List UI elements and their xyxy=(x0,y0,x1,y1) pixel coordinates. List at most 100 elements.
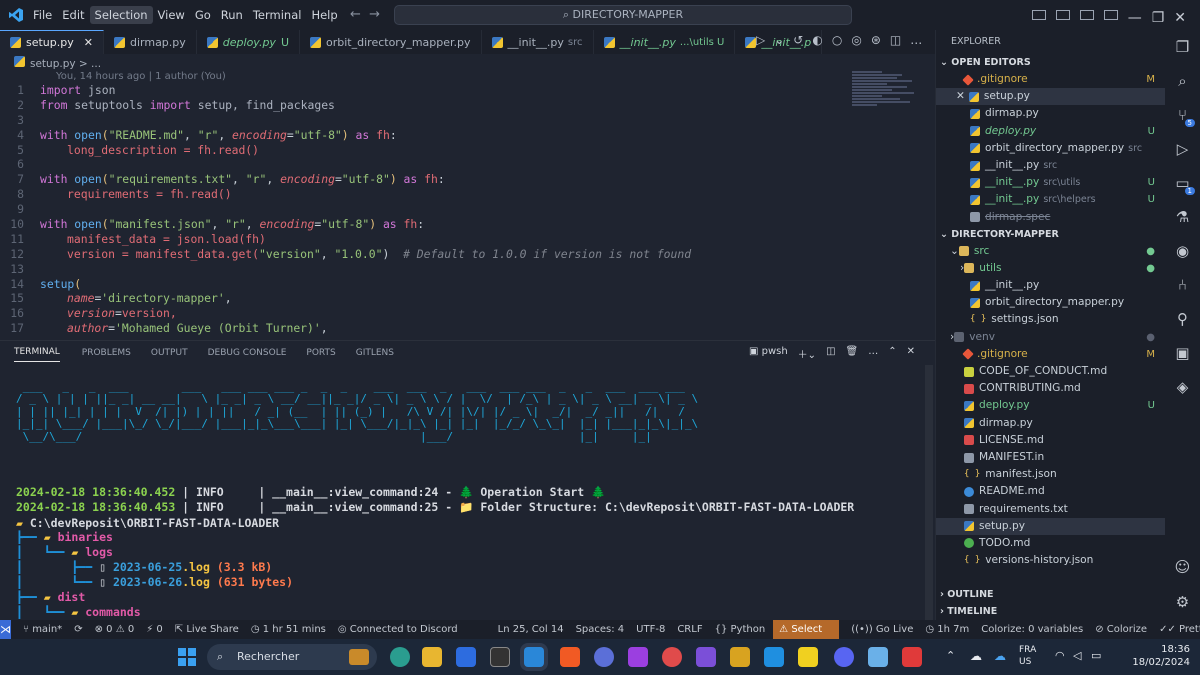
prettier-button[interactable]: ✓✓ Prettier xyxy=(1159,624,1200,635)
settings-gear-icon[interactable]: ⚙ xyxy=(1165,585,1200,619)
history-icon[interactable]: ↺ xyxy=(793,33,812,47)
tree-file-active[interactable]: setup.py xyxy=(936,517,1165,535)
tree-file[interactable]: LICENSE.md xyxy=(936,432,1165,449)
copilot-icon[interactable] xyxy=(390,647,410,667)
customize-layout-icon[interactable] xyxy=(1103,10,1118,20)
app-icon[interactable] xyxy=(902,647,922,667)
obsidian-icon[interactable] xyxy=(628,647,648,667)
tree-file[interactable]: TODO.md xyxy=(936,535,1165,552)
back-arrow-icon[interactable]: ← xyxy=(350,7,361,22)
problems-indicator[interactable]: ⊗ 0 ⚠ 0 xyxy=(95,624,135,635)
menu-edit[interactable]: Edit xyxy=(57,6,89,24)
tab-output[interactable]: OUTPUT xyxy=(151,344,188,362)
go-live-button[interactable]: ((•)) Go Live xyxy=(851,624,913,635)
git-graph-icon[interactable]: ⑃ xyxy=(1165,268,1200,302)
new-terminal-icon[interactable]: ＋⌄ xyxy=(798,346,816,361)
dot-icon[interactable]: ○ xyxy=(832,33,851,47)
app-icon[interactable] xyxy=(868,647,888,667)
select-interpreter-button[interactable]: ⚠ Select Interpreter xyxy=(773,620,840,654)
tab-gitlens[interactable]: GITLENS xyxy=(356,344,394,362)
tab-orbit-directory-mapper[interactable]: orbit_directory_mapper.py xyxy=(300,30,482,54)
more-actions-icon[interactable]: … xyxy=(868,346,878,361)
colorize-button[interactable]: ⊘ Colorize xyxy=(1095,624,1147,635)
tab-init-src[interactable]: __init__.py src xyxy=(482,30,594,54)
app-icon[interactable] xyxy=(662,647,682,667)
split-terminal-icon[interactable]: ◫ xyxy=(826,346,835,361)
search-icon[interactable]: ⌕ xyxy=(1165,64,1200,98)
close-icon[interactable]: ✕ xyxy=(1174,10,1186,26)
tree-folder[interactable]: › venv ● xyxy=(936,329,1165,346)
app-icon[interactable] xyxy=(764,647,784,667)
windows-start-icon[interactable] xyxy=(178,648,196,666)
branch-indicator[interactable]: ⑂ main* xyxy=(23,624,62,635)
close-panel-icon[interactable]: ✕ xyxy=(907,346,915,361)
onedrive-icon[interactable]: ☁ xyxy=(994,649,1006,663)
extensions-icon[interactable]: ⚗ xyxy=(1165,200,1200,234)
discord-status[interactable]: ◎ Connected to Discord xyxy=(338,624,458,635)
timeline-section[interactable]: › TIMELINE xyxy=(936,603,1165,620)
minimap[interactable] xyxy=(852,70,922,130)
language-mode[interactable]: {} Python xyxy=(715,624,766,635)
app-icon[interactable] xyxy=(730,647,750,667)
explorer-icon[interactable]: ❐ xyxy=(1165,30,1200,64)
liveshare-button[interactable]: ⇱ Live Share xyxy=(175,624,239,635)
menu-help[interactable]: Help xyxy=(306,6,342,24)
sticky-notes-icon[interactable] xyxy=(798,647,818,667)
terminal-shell-selector[interactable]: ▣ pwsh xyxy=(749,346,788,361)
more-actions-icon[interactable]: … xyxy=(910,33,931,47)
toggle-sidebar-icon[interactable] xyxy=(1031,10,1046,20)
tree-file[interactable]: orbit_directory_mapper.py xyxy=(936,294,1165,311)
tree-folder[interactable]: ⌄ src ● xyxy=(936,243,1165,260)
vscode-logo-icon[interactable] xyxy=(8,7,24,23)
open-editor-item[interactable]: deploy.py U xyxy=(936,123,1165,140)
open-editor-item[interactable]: orbit_directory_mapper.py src xyxy=(936,140,1165,157)
minimize-icon[interactable]: — xyxy=(1128,10,1142,26)
breadcrumb[interactable]: setup.py > ... xyxy=(14,56,101,70)
menu-selection[interactable]: Selection xyxy=(89,6,153,24)
wifi-icon[interactable]: ◠ xyxy=(1055,649,1065,662)
vscode-app-icon[interactable] xyxy=(524,647,544,667)
tree-file[interactable]: dirmap.py xyxy=(936,415,1165,432)
store-icon[interactable] xyxy=(456,647,476,667)
code-editor[interactable]: 1 import json 2 from setuptools import set… xyxy=(0,83,850,336)
remote-indicator-icon[interactable]: ⋊ xyxy=(0,620,11,639)
tab-problems[interactable]: PROBLEMS xyxy=(82,344,131,362)
tree-file[interactable]: .gitignore M xyxy=(936,346,1165,363)
run-icon[interactable]: ▷ xyxy=(756,33,774,47)
tree-file[interactable]: MANIFEST.in xyxy=(936,449,1165,466)
tab-init-utils[interactable]: __init__.py ...\utils U xyxy=(594,30,736,54)
tree-file[interactable]: deploy.py U xyxy=(936,397,1165,414)
circle-icon[interactable]: ◎ xyxy=(851,33,870,47)
brave-icon[interactable] xyxy=(560,647,580,667)
tab-setup-py[interactable]: setup.py ✕ xyxy=(0,30,104,54)
time-tracker[interactable]: ◷ 1 hr 51 mins xyxy=(251,624,326,635)
clock[interactable]: 18:36 18/02/2024 xyxy=(1132,643,1190,669)
trash-icon[interactable]: 🗑 xyxy=(846,346,859,361)
tab-terminal[interactable]: TERMINAL xyxy=(14,343,60,362)
indentation[interactable]: Spaces: 4 xyxy=(576,624,625,635)
cloud-icon[interactable]: ☁ xyxy=(970,649,982,663)
menu-go[interactable]: Go xyxy=(190,6,216,24)
open-editor-item-active[interactable]: ✕ setup.py xyxy=(936,88,1165,106)
volume-icon[interactable]: ◁ xyxy=(1073,649,1081,662)
docker-icon[interactable]: ◈ xyxy=(1165,370,1200,404)
battery-icon[interactable]: ▭ xyxy=(1091,649,1101,662)
open-editor-item[interactable]: __init__.py src xyxy=(936,157,1165,174)
tree-file[interactable]: README.md xyxy=(936,483,1165,500)
tree-file[interactable]: requirements.txt xyxy=(936,501,1165,518)
wakatime[interactable]: ◷ 1h 7m xyxy=(925,624,969,635)
command-center-search[interactable]: ⌕ DIRECTORY-MAPPER xyxy=(394,5,852,25)
ports-indicator[interactable]: ⚡ 0 xyxy=(146,624,163,635)
menu-file[interactable]: File xyxy=(28,6,57,24)
toggle-panel-icon[interactable] xyxy=(1055,10,1070,20)
menu-view[interactable]: View xyxy=(153,6,190,24)
gitlens-icon[interactable]: ◉ xyxy=(1165,234,1200,268)
teams-icon[interactable] xyxy=(594,647,614,667)
menu-run[interactable]: Run xyxy=(216,6,248,24)
tab-deploy-py[interactable]: deploy.py U xyxy=(197,30,301,54)
tray-chevron-icon[interactable]: ⌃ xyxy=(946,649,955,662)
restore-icon[interactable]: ❐ xyxy=(1152,10,1165,26)
toggle-secondary-sidebar-icon[interactable] xyxy=(1079,10,1094,20)
tab-ports[interactable]: PORTS xyxy=(306,344,335,362)
tree-file[interactable]: { } settings.json xyxy=(936,311,1165,328)
